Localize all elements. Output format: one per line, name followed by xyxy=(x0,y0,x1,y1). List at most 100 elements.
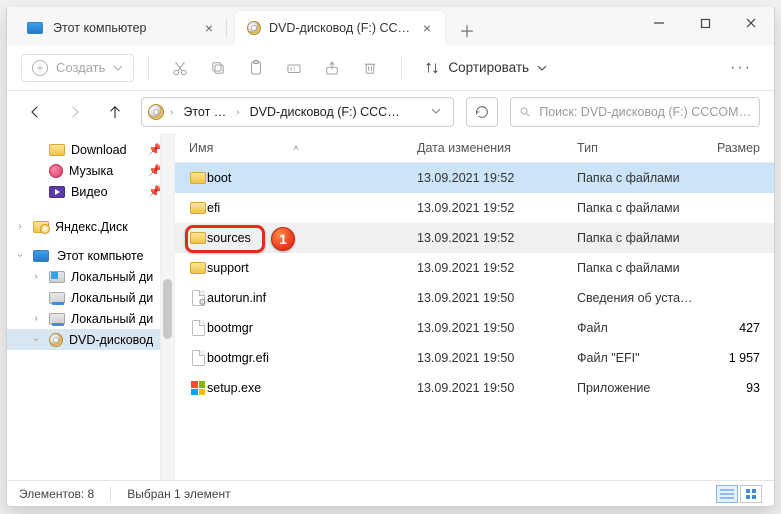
sidebar-item-dvd-drive[interactable]: ›DVD-дисковод xyxy=(7,329,174,350)
column-label: Размер xyxy=(717,141,760,155)
explorer-window: Этот компьютер × DVD-дисковод (F:) CCCOM… xyxy=(6,7,775,507)
refresh-button[interactable] xyxy=(466,97,498,127)
maximize-button[interactable] xyxy=(682,7,728,39)
close-window-button[interactable] xyxy=(728,7,774,39)
icons-view-button[interactable] xyxy=(740,485,762,503)
sidebar-item-local-disk[interactable]: ›Локальный ди xyxy=(7,266,174,287)
sort-label: Сортировать xyxy=(448,60,529,75)
table-row[interactable]: boot13.09.2021 19:52Папка с файлами xyxy=(175,163,774,193)
tab-dvd-drive[interactable]: DVD-дисковод (F:) CCCOMA_ × xyxy=(235,11,445,45)
disk-icon xyxy=(49,292,65,304)
chevron-down-icon xyxy=(113,63,123,73)
sidebar-item-download[interactable]: Download📌 xyxy=(7,139,174,160)
folder-icon xyxy=(49,144,65,156)
address-row: › Этот … › DVD-дисковод (F:) CCC… Поиск:… xyxy=(7,91,774,133)
file-date: 13.09.2021 19:52 xyxy=(417,201,577,215)
chevron-right-icon[interactable]: › xyxy=(166,107,177,118)
sidebar-item-label: Локальный ди xyxy=(71,312,153,326)
table-row[interactable]: autorun.inf13.09.2021 19:50Сведения об у… xyxy=(175,283,774,313)
file-date: 13.09.2021 19:52 xyxy=(417,171,577,185)
body: Download📌 Музыка📌 Видео📌 ›Яндекс.Диск ›Э… xyxy=(7,133,774,480)
table-row[interactable]: bootmgr13.09.2021 19:50Файл427 xyxy=(175,313,774,343)
sidebar-item-this-pc[interactable]: ›Этот компьюте xyxy=(7,245,174,266)
sort-asc-icon: ˄ xyxy=(293,143,298,153)
copy-button[interactable] xyxy=(201,53,235,83)
tab-this-pc[interactable]: Этот компьютер × xyxy=(17,11,227,45)
table-row[interactable]: bootmgr.efi13.09.2021 19:50Файл "EFI"1 9… xyxy=(175,343,774,373)
up-button[interactable] xyxy=(101,103,129,121)
table-row[interactable]: setup.exe13.09.2021 19:50Приложение93 xyxy=(175,373,774,403)
create-button[interactable]: + Создать xyxy=(21,54,134,82)
file-date: 13.09.2021 19:50 xyxy=(417,291,577,305)
file-icon xyxy=(192,350,205,366)
sidebar-item-local-disk[interactable]: Локальный ди xyxy=(7,287,174,308)
titlebar: Этот компьютер × DVD-дисковод (F:) CCCOM… xyxy=(7,7,774,45)
sidebar-item-label: Музыка xyxy=(69,164,113,178)
search-icon xyxy=(519,105,531,119)
column-label: Дата изменения xyxy=(417,141,511,155)
sidebar-item-label: Локальный ди xyxy=(71,291,153,305)
annotation-badge: 1 xyxy=(271,227,295,251)
sidebar-item-label: Download xyxy=(71,143,127,157)
address-bar[interactable]: › Этот … › DVD-дисковод (F:) CCC… xyxy=(141,97,454,127)
sidebar-item-video[interactable]: Видео📌 xyxy=(7,181,174,202)
create-label: Создать xyxy=(56,60,105,75)
breadcrumb[interactable]: DVD-дисковод (F:) CCC… xyxy=(246,105,404,119)
annotation-highlight xyxy=(185,225,265,253)
music-icon xyxy=(49,164,63,178)
rename-button[interactable]: I xyxy=(277,53,311,83)
column-date[interactable]: Дата изменения xyxy=(417,141,577,155)
table-row[interactable]: support13.09.2021 19:52Папка с файлами xyxy=(175,253,774,283)
nav-scrollbar[interactable] xyxy=(160,133,174,480)
cut-button[interactable] xyxy=(163,53,197,83)
details-view-button[interactable] xyxy=(716,485,738,503)
paste-button[interactable] xyxy=(239,53,273,83)
sort-button[interactable]: Сортировать xyxy=(416,60,555,76)
chevron-down-icon xyxy=(537,63,547,73)
share-button[interactable] xyxy=(315,53,349,83)
dvd-icon xyxy=(49,333,63,347)
close-tab-icon[interactable]: × xyxy=(201,21,217,35)
file-date: 13.09.2021 19:52 xyxy=(417,231,577,245)
delete-button[interactable] xyxy=(353,53,387,83)
sidebar-item-music[interactable]: Музыка📌 xyxy=(7,160,174,181)
command-bar: + Создать I Сортировать ··· xyxy=(7,45,774,91)
sidebar-item-local-disk[interactable]: ›Локальный ди xyxy=(7,308,174,329)
file-type: Папка с файлами xyxy=(577,261,717,275)
search-placeholder: Поиск: DVD-дисковод (F:) CCCOM… xyxy=(539,105,751,119)
pc-icon xyxy=(27,22,43,34)
column-type[interactable]: Тип xyxy=(577,141,717,155)
window-controls xyxy=(636,7,774,39)
divider xyxy=(401,56,402,80)
file-type: Сведения об уста… xyxy=(577,291,717,305)
column-size[interactable]: Размер xyxy=(717,141,774,155)
sidebar-item-label: DVD-дисковод xyxy=(69,333,153,347)
file-size: 93 xyxy=(717,381,774,395)
folder-icon xyxy=(190,172,206,184)
file-type: Папка с файлами xyxy=(577,231,717,245)
chevron-down-icon[interactable] xyxy=(425,105,447,119)
back-button[interactable] xyxy=(21,103,49,121)
status-selected: Выбран 1 элемент xyxy=(127,487,230,501)
pc-icon xyxy=(33,250,49,262)
forward-button[interactable] xyxy=(61,103,89,121)
file-date: 13.09.2021 19:50 xyxy=(417,321,577,335)
table-row[interactable]: efi13.09.2021 19:52Папка с файлами xyxy=(175,193,774,223)
breadcrumb[interactable]: Этот … xyxy=(179,105,230,119)
close-tab-icon[interactable]: × xyxy=(419,21,435,35)
column-name[interactable]: Имя˄ xyxy=(189,141,417,155)
sidebar-item-label: Локальный ди xyxy=(71,270,153,284)
search-input[interactable]: Поиск: DVD-дисковод (F:) CCCOM… xyxy=(510,97,760,127)
video-icon xyxy=(49,186,65,198)
file-type: Файл xyxy=(577,321,717,335)
divider xyxy=(148,56,149,80)
sidebar-item-yandex-disk[interactable]: ›Яндекс.Диск xyxy=(7,216,174,237)
plus-circle-icon: + xyxy=(32,60,48,76)
new-tab-button[interactable]: ＋ xyxy=(451,15,483,45)
minimize-button[interactable] xyxy=(636,7,682,39)
sort-icon xyxy=(424,60,440,76)
status-count: Элементов: 8 xyxy=(19,487,94,501)
badge-label: 1 xyxy=(279,231,287,247)
overflow-button[interactable]: ··· xyxy=(722,59,760,77)
chevron-right-icon[interactable]: › xyxy=(232,107,243,118)
